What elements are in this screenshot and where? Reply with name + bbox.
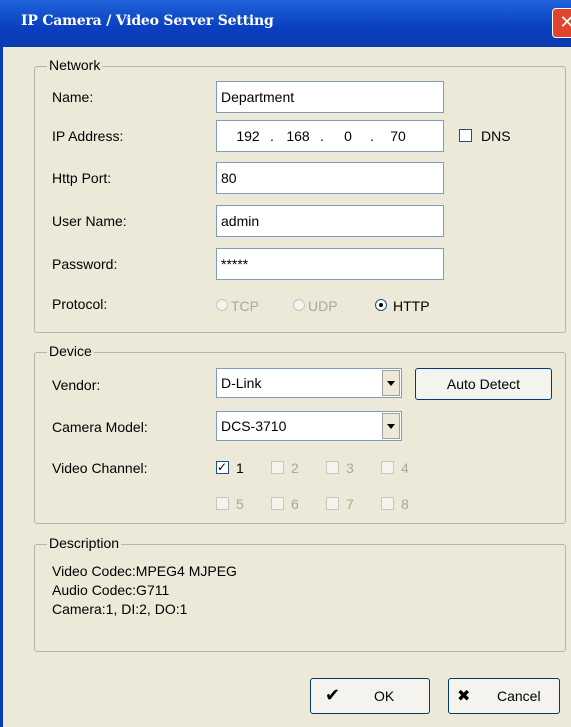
chevron-down-icon: [387, 381, 395, 386]
name-label: Name:: [52, 89, 94, 105]
description-camera-io: Camera:1, DI:2, DO:1: [52, 601, 188, 617]
window-border: [0, 47, 3, 727]
ip-address-field[interactable]: 192 . 168 . 0 . 70: [216, 120, 444, 152]
channel-3-checkbox[interactable]: [326, 461, 339, 474]
http-port-field[interactable]: 80: [216, 162, 444, 194]
window-title: IP Camera / Video Server Setting: [21, 13, 274, 29]
ip-separator: .: [320, 128, 324, 144]
channel-1-label: 1: [236, 460, 244, 476]
channel-8-checkbox[interactable]: [381, 497, 394, 510]
ip-octet-1: 192: [236, 128, 260, 144]
channel-8-label: 8: [401, 496, 409, 512]
camera-model-value: DCS-3710: [221, 418, 287, 434]
ip-address-label: IP Address:: [52, 128, 124, 144]
network-legend: Network: [47, 57, 103, 73]
user-name-field[interactable]: admin: [216, 205, 444, 237]
channel-6-label: 6: [291, 496, 299, 512]
channel-6-checkbox[interactable]: [271, 497, 284, 510]
vendor-value: D-Link: [221, 375, 262, 391]
protocol-http-radio[interactable]: [375, 299, 387, 311]
protocol-udp-radio[interactable]: [293, 299, 305, 311]
radio-selected-indicator: [379, 303, 383, 307]
channel-3-label: 3: [346, 460, 354, 476]
dns-label: DNS: [481, 128, 511, 144]
description-group: Description: [34, 535, 566, 652]
channel-2-checkbox[interactable]: [271, 461, 284, 474]
camera-model-select[interactable]: DCS-3710: [216, 411, 402, 441]
password-field[interactable]: *****: [216, 248, 444, 280]
title-bar: IP Camera / Video Server Setting ✕: [0, 0, 571, 47]
x-icon: ✖: [457, 686, 471, 705]
channel-7-checkbox[interactable]: [326, 497, 339, 510]
name-field[interactable]: Department: [216, 81, 444, 113]
ip-octet-2: 168: [286, 128, 310, 144]
close-icon: ✕: [559, 12, 571, 33]
check-icon: ✓: [217, 460, 228, 474]
protocol-tcp-radio[interactable]: [216, 299, 228, 311]
cancel-label: Cancel: [497, 688, 541, 704]
vendor-dropdown-button[interactable]: [382, 370, 400, 396]
protocol-label: Protocol:: [52, 296, 108, 312]
close-button[interactable]: ✕: [552, 8, 571, 38]
description-video-codec: Video Codec:MPEG4 MJPEG: [52, 563, 237, 579]
video-channel-label: Video Channel:: [52, 460, 148, 476]
channel-4-checkbox[interactable]: [381, 461, 394, 474]
camera-model-label: Camera Model:: [52, 419, 148, 435]
ok-button[interactable]: ✔ OK: [310, 678, 430, 714]
http-port-label: Http Port:: [52, 170, 112, 186]
description-audio-codec: Audio Codec:G711: [52, 582, 170, 598]
password-label: Password:: [52, 256, 118, 272]
ip-separator: .: [270, 128, 274, 144]
ip-octet-3: 0: [344, 128, 352, 144]
channel-2-label: 2: [291, 460, 299, 476]
auto-detect-button[interactable]: Auto Detect: [415, 368, 552, 400]
protocol-udp-label: UDP: [308, 298, 338, 314]
vendor-label: Vendor:: [52, 377, 101, 393]
channel-1-checkbox[interactable]: ✓: [216, 460, 229, 474]
ip-separator: .: [370, 128, 374, 144]
protocol-http-label: HTTP: [393, 298, 430, 314]
camera-model-dropdown-button[interactable]: [382, 413, 400, 439]
ok-label: OK: [374, 688, 395, 704]
chevron-down-icon: [387, 424, 395, 429]
device-legend: Device: [47, 343, 94, 359]
dns-checkbox[interactable]: [459, 129, 472, 142]
description-legend: Description: [47, 535, 122, 551]
user-name-label: User Name:: [52, 213, 127, 229]
channel-5-label: 5: [236, 496, 244, 512]
channel-7-label: 7: [346, 496, 354, 512]
channel-5-checkbox[interactable]: [216, 497, 229, 510]
vendor-select[interactable]: D-Link: [216, 368, 402, 398]
channel-4-label: 4: [401, 460, 409, 476]
checkmark-icon: ✔: [325, 685, 341, 706]
ip-octet-4: 70: [390, 128, 406, 144]
cancel-button[interactable]: ✖ Cancel: [448, 678, 560, 714]
protocol-tcp-label: TCP: [231, 298, 259, 314]
